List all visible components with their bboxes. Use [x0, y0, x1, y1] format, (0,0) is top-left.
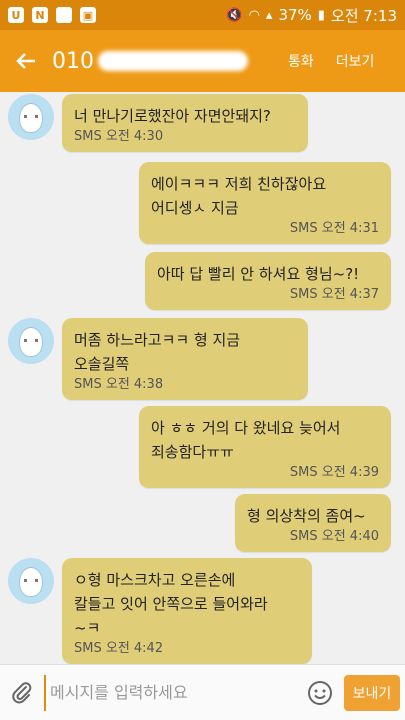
- sent-message-bubble: 에이ㅋㅋㅋ 저희 친하잖아요 어디셍ㅅ 지금 SMS 오전 4:31: [139, 162, 391, 244]
- message-text: 아 ㅎㅎ 거의 다 왔네요 늦어서 죄송함다ㅠㅠ: [151, 419, 341, 461]
- contact-avatar[interactable]: [8, 558, 54, 604]
- message-meta: SMS 오전 4:40: [289, 529, 379, 544]
- composer-bar: 보내기: [0, 664, 405, 720]
- battery-percent: 37%: [278, 6, 312, 24]
- n-app-icon: N: [32, 7, 48, 23]
- app-bar: 010 통화 더보기: [0, 30, 405, 92]
- sent-message-bubble: 아 ㅎㅎ 거의 다 왔네요 늦어서 죄송함다ㅠㅠ SMS 오전 4:39: [139, 406, 391, 488]
- status-bar: U N ▣ 🔇 ◠ ▴ 37% ▮ 오전 7:13: [0, 0, 405, 30]
- message-text: 에이ㅋㅋㅋ 저희 친하잖아요 어디셍ㅅ 지금: [151, 175, 327, 217]
- received-message-bubble: 머좀 하느라고ㅋㅋ 형 지금 오솔길쪽 SMS 오전 4:38: [62, 318, 308, 400]
- phone-number-prefix: 010: [52, 48, 94, 74]
- contact-avatar[interactable]: [8, 94, 54, 140]
- received-message-bubble: ㅇ형 마스크차고 오른손에 칼들고 잇어 안쪽으로 들어와라 ~ㅋ SMS 오전…: [62, 558, 312, 664]
- sent-message-bubble: 아따 답 빨리 안 하셔요 형님~?! SMS 오전 4:37: [145, 252, 391, 310]
- image-icon: ▣: [80, 7, 96, 23]
- call-button[interactable]: 통화: [288, 51, 314, 71]
- blank-app-icon: [56, 7, 72, 23]
- message-list: 너 만나기로했잔아 자면안돼지? SMS 오전 4:30 에이ㅋㅋㅋ 저희 친하…: [0, 92, 405, 664]
- message-meta: SMS 오전 4:37: [289, 287, 379, 302]
- message-meta: SMS 오전 4:39: [289, 465, 379, 480]
- received-message-bubble: 너 만나기로했잔아 자면안돼지? SMS 오전 4:30: [62, 94, 308, 152]
- u-app-icon: U: [8, 7, 24, 23]
- send-button[interactable]: 보내기: [344, 674, 400, 711]
- contact-avatar[interactable]: [8, 318, 54, 364]
- clock: 오전 7:13: [330, 6, 397, 25]
- signal-icon: ▴: [265, 7, 273, 23]
- back-arrow-icon[interactable]: [0, 30, 52, 92]
- redacted-number: [98, 51, 248, 71]
- message-meta: SMS 오전 4:42: [74, 641, 164, 656]
- emoji-icon[interactable]: [300, 665, 340, 720]
- message-text: 형 의상착의 좀여~: [247, 507, 366, 525]
- attach-icon[interactable]: [0, 665, 44, 720]
- message-meta: SMS 오전 4:31: [289, 221, 379, 236]
- battery-icon: ▮: [317, 7, 325, 23]
- wifi-icon: ◠: [248, 7, 260, 23]
- message-text: 머좀 하느라고ㅋㅋ 형 지금 오솔길쪽: [74, 331, 241, 373]
- more-button[interactable]: 더보기: [336, 51, 375, 71]
- message-meta: SMS 오전 4:38: [74, 377, 164, 392]
- message-text: 너 만나기로했잔아 자면안돼지?: [74, 107, 271, 125]
- sent-message-bubble: 형 의상착의 좀여~ SMS 오전 4:40: [235, 494, 391, 552]
- message-text: 아따 답 빨리 안 하셔요 형님~?!: [157, 265, 360, 283]
- message-input[interactable]: [44, 674, 294, 711]
- message-meta: SMS 오전 4:30: [74, 129, 164, 144]
- message-text: ㅇ형 마스크차고 오른손에 칼들고 잇어 안쪽으로 들어와라 ~ㅋ: [74, 571, 268, 637]
- contact-title: 010: [52, 49, 272, 74]
- mute-icon: 🔇: [226, 7, 243, 23]
